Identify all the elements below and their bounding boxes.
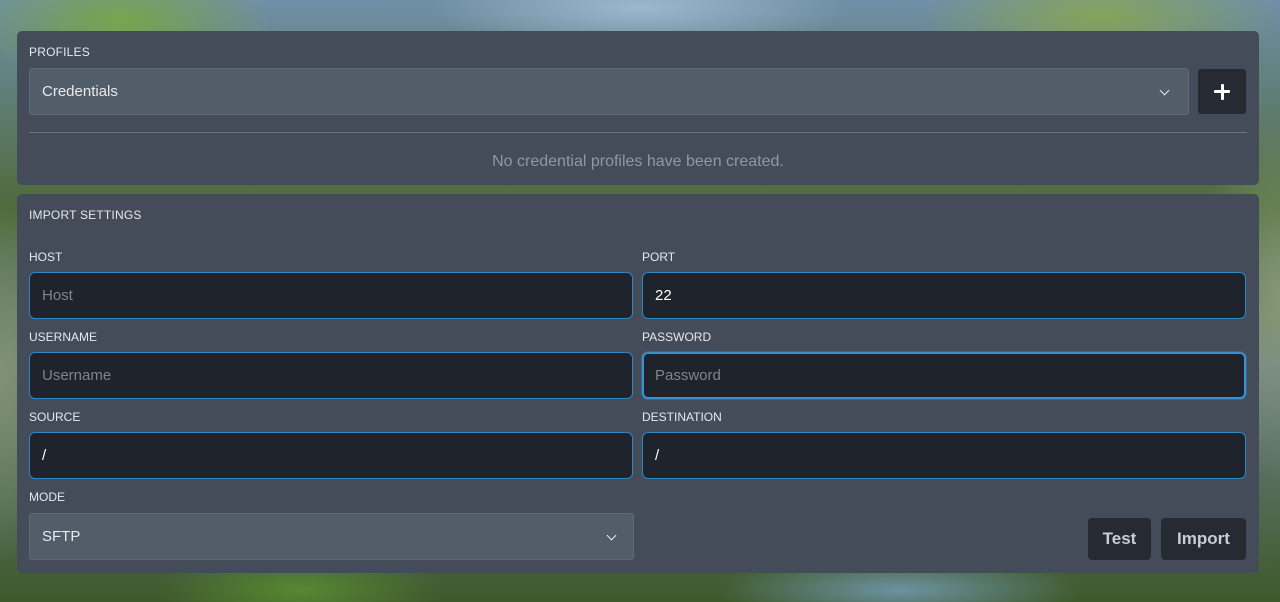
- password-label: PASSWORD: [642, 330, 712, 344]
- import-settings-title: IMPORT SETTINGS: [29, 208, 142, 222]
- mode-select[interactable]: SFTP: [29, 513, 634, 560]
- profiles-panel: PROFILES Credentials No credential profi…: [17, 31, 1259, 185]
- destination-label: DESTINATION: [642, 410, 722, 424]
- username-input[interactable]: [29, 352, 633, 399]
- chevron-down-icon: [606, 530, 617, 541]
- import-settings-panel: IMPORT SETTINGS HOST PORT USERNAME PASSW…: [17, 194, 1259, 573]
- plus-icon: [1214, 83, 1230, 100]
- password-input[interactable]: [642, 352, 1246, 399]
- source-input[interactable]: [29, 432, 633, 479]
- profile-select-value: Credentials: [42, 83, 118, 100]
- profile-select[interactable]: Credentials: [29, 68, 1189, 115]
- profiles-title: PROFILES: [29, 45, 90, 59]
- profiles-divider: [29, 132, 1247, 133]
- import-button[interactable]: Import: [1161, 518, 1246, 560]
- host-label: HOST: [29, 250, 63, 264]
- empty-profiles-message: No credential profiles have been created…: [492, 153, 784, 170]
- port-label: PORT: [642, 250, 676, 264]
- port-input[interactable]: [642, 272, 1246, 319]
- add-profile-button[interactable]: [1198, 69, 1246, 114]
- host-input[interactable]: [29, 272, 633, 319]
- destination-input[interactable]: [642, 432, 1246, 479]
- username-label: USERNAME: [29, 330, 98, 344]
- test-button[interactable]: Test: [1088, 518, 1151, 560]
- chevron-down-icon: [1159, 85, 1170, 96]
- source-label: SOURCE: [29, 410, 81, 424]
- mode-select-value: SFTP: [42, 528, 81, 545]
- mode-label: MODE: [29, 490, 65, 504]
